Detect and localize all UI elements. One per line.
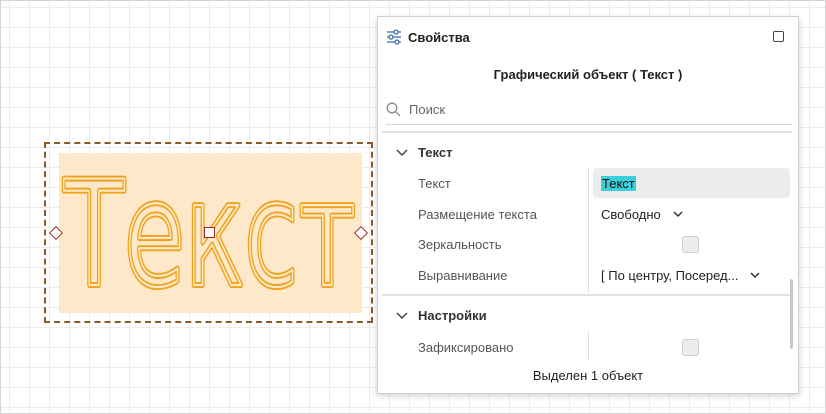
panel-title: Свойства: [408, 29, 470, 45]
panel-scrollbar[interactable]: [790, 279, 793, 349]
locked-checkbox[interactable]: [682, 339, 699, 356]
panel-header: Свойства: [378, 17, 798, 57]
chevron-down-icon: [396, 148, 408, 156]
properties-panel: Свойства Графический объект ( Текст ) Те…: [377, 16, 799, 394]
text-value: Текст: [601, 175, 636, 191]
section-label: Настройки: [418, 308, 487, 323]
selected-graphic-object[interactable]: Текст Текст: [44, 142, 373, 323]
property-label-alignment: Выравнивание: [418, 268, 508, 283]
alignment-dropdown[interactable]: [ По центру, Посеред...: [601, 268, 761, 283]
section-separator: [382, 131, 792, 133]
square-icon[interactable]: [773, 31, 784, 42]
search-input[interactable]: [409, 102, 769, 117]
drawing-canvas[interactable]: Текст Текст Свойства Графический объект …: [0, 0, 826, 414]
chevron-down-icon: [396, 311, 408, 319]
column-divider: [588, 331, 589, 361]
mirror-checkbox[interactable]: [682, 236, 699, 253]
object-title: Графический объект ( Текст ): [493, 67, 683, 82]
property-label-mirror: Зеркальность: [418, 237, 502, 252]
search-bar[interactable]: [386, 95, 792, 125]
property-label-locked: Зафиксировано: [418, 340, 514, 355]
property-label-placement: Размещение текста: [418, 207, 537, 222]
property-label-text: Текст: [418, 176, 451, 191]
section-header-text[interactable]: Текст: [396, 145, 452, 160]
column-divider: [588, 167, 589, 293]
placement-dropdown[interactable]: Свободно: [601, 207, 683, 222]
alignment-value: [ По центру, Посеред...: [601, 268, 739, 283]
selection-status: Выделен 1 объект: [532, 368, 644, 383]
text-value-field[interactable]: Текст: [593, 168, 790, 198]
sliders-icon: [387, 29, 401, 45]
section-separator: [382, 294, 792, 296]
chevron-down-icon: [673, 211, 683, 218]
section-label: Текст: [418, 145, 453, 160]
chevron-down-icon: [750, 272, 761, 279]
search-icon: [386, 102, 401, 117]
center-handle[interactable]: [204, 227, 215, 238]
section-header-settings[interactable]: Настройки: [396, 308, 487, 323]
placement-value: Свободно: [601, 207, 661, 222]
